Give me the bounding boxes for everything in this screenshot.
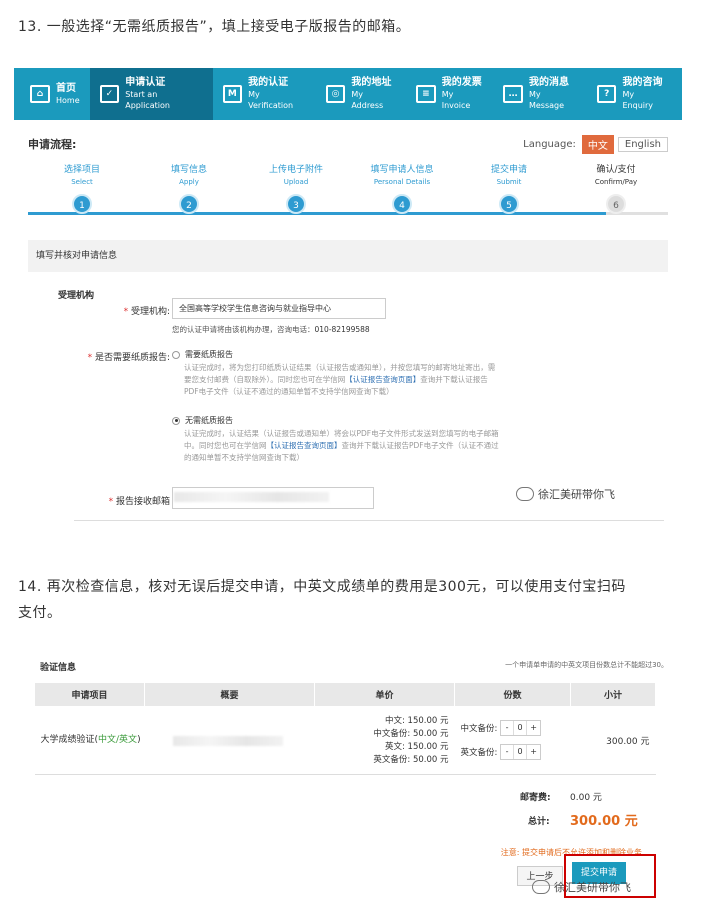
postage-value: 0.00 元 [570,793,602,803]
step-circle: 1 [72,194,92,214]
language-label: Language: [523,139,576,150]
question-icon: ? [596,85,617,103]
invoice-icon: ≡ [416,85,436,103]
section-header: 填写并核对申请信息 [28,240,668,272]
screenshot-verify: 验证信息 一个申请单申请的中英文项目份数总计不能超过30。 申请项目 概要 单价… [14,650,682,898]
order-table: 申请项目 概要 单价 份数 小计 大学成绩验证(中文/英文) 中文: 150.0… [34,682,656,775]
email-redacted [174,492,329,502]
top-nav: ⌂ 首页 Home ✓ 申请认证 Start an Application M 我的认证 My … [14,68,682,120]
table-header: 申请项目 概要 单价 份数 小计 [34,682,656,707]
col-subtotal: 小计 [570,682,656,707]
price-cell: 中文: 150.00 元中文备份: 50.00 元英文: 150.00 元英文备… [314,706,455,775]
agency-note: 您的认证申请将由该机构办理，咨询电话：010-82199588 [172,325,370,334]
total-label: 总计: [528,817,550,827]
email-label: * 报告接收邮箱 [108,497,170,507]
qty-stepper-en[interactable]: -0 + [500,744,542,760]
step-1: 选择项目 Select 1 [37,164,127,214]
option-paper[interactable]: 需要纸质报告 认证完成时，将为您打印纸质认证结果（认证报告或通知单），并按您填写… [172,349,592,398]
message-icon: … [503,85,523,103]
step-5: 提交申请 Submit 5 [464,164,554,214]
report-query-link-1[interactable]: 【认证报告查询页面】 [345,375,420,384]
nav-item-4[interactable]: ≡ 我的发票 My Invoice [406,68,493,120]
subtotal-cell: 300.00 元 [570,706,656,775]
step-circle: 2 [179,194,199,214]
step-circle: 5 [499,194,519,214]
radio-no-paper[interactable] [172,416,180,425]
option-no-paper-label: 无需纸质报告 [185,416,233,425]
postage-label: 邮寄费: [520,793,551,803]
report-query-link-2[interactable]: 【认证报告查询页面】 [267,441,342,450]
divider [74,520,664,521]
wechat-icon [516,487,534,501]
progress-steps: 选择项目 Select 1 填写信息 Apply 2 上传电子附件 Upload 3 填写申请人信… [14,164,682,234]
col-price: 单价 [314,682,455,707]
summary-redacted [172,735,283,746]
step-6: 确认/支付 Confirm/Pay 6 [571,164,661,214]
step-4: 填写申请人信息 Personal Details 4 [357,164,447,214]
nav-item-2[interactable]: M 我的认证 My Verification [213,68,316,120]
nav-item-3[interactable]: ◎ 我的地址 My Address [316,68,406,120]
step-circle: 4 [392,194,412,214]
language-switch: Language: 中文 English [523,135,668,154]
agency-label: * 受理机构: [123,307,170,317]
col-qty: 份数 [454,682,571,707]
lang-en-button[interactable]: English [617,137,668,152]
option-paper-desc: 认证完成时，将为您打印纸质认证结果（认证报告或通知单），并按您填写的邮寄地址寄出… [184,363,496,396]
wechat-icon [532,880,550,894]
summary-cell [144,706,315,775]
location-icon: ◎ [325,85,346,103]
nav-item-6[interactable]: ? 我的咨询 My Enquiry [587,68,676,120]
nav-item-5[interactable]: … 我的消息 My Message [493,68,587,120]
home-icon: ⌂ [30,85,50,103]
total-value: 300.00 元 [570,814,638,829]
col-summary: 概要 [144,682,315,707]
watermark-2: 徐汇美研带你飞 [532,879,631,895]
radio-paper[interactable] [172,350,180,359]
verify-title: 验证信息 [40,663,77,673]
paper-report-label: * 是否需要纸质报告: [87,353,170,363]
verify-note: 一个申请单申请的中英文项目份数总计不能超过30。 [505,661,668,669]
nav-item-1[interactable]: ✓ 申请认证 Start an Application [89,68,213,120]
screenshot-apply-form: ⌂ 首页 Home ✓ 申请认证 Start an Application M 我的认证 My … [14,68,682,526]
table-row: 大学成绩验证(中文/英文) 中文: 150.00 元中文备份: 50.00 元英… [34,706,656,775]
step-2: 填写信息 Apply 2 [144,164,234,214]
caption-step14: 14. 再次检查信息，核对无误后提交申请，中英文成绩单的费用是300元，可以使用… [18,579,626,621]
agency-input[interactable]: 全国高等学校学生信息咨询与就业指导中心 [172,298,386,319]
item-cell: 大学成绩验证(中文/英文) [34,706,145,775]
lang-zh-button[interactable]: 中文 [581,135,614,154]
qty-stepper-zh[interactable]: -0 + [500,720,542,736]
id-card-icon: M [222,85,243,103]
watermark-1: 徐汇美研带你飞 [516,486,615,502]
option-no-paper[interactable]: 无需纸质报告 认证完成时，认证结果（认证报告或通知单）将会以PDF电子文件形式发… [172,415,592,464]
option-paper-label: 需要纸质报告 [185,350,233,359]
nav-item-0[interactable]: ⌂ 首页 Home [20,68,90,120]
option-no-paper-desc: 认证完成时，认证结果（认证报告或通知单）将会以PDF电子文件形式发送到您填写的电… [184,429,499,462]
col-item: 申请项目 [34,682,145,707]
qty-cell: 中文备份: -0 + 英文备份: -0 + [454,706,571,775]
step-circle: 3 [286,194,306,214]
process-title: 申请流程: [28,138,77,151]
agency-heading: 受理机构 [58,291,95,301]
checkbox-icon: ✓ [99,85,120,103]
step-circle: 6 [606,194,626,214]
step-3: 上传电子附件 Upload 3 [251,164,341,214]
caption-step13: 13. 一般选择“无需纸质报告”，填上接受电子版报告的邮箱。 [18,19,411,35]
